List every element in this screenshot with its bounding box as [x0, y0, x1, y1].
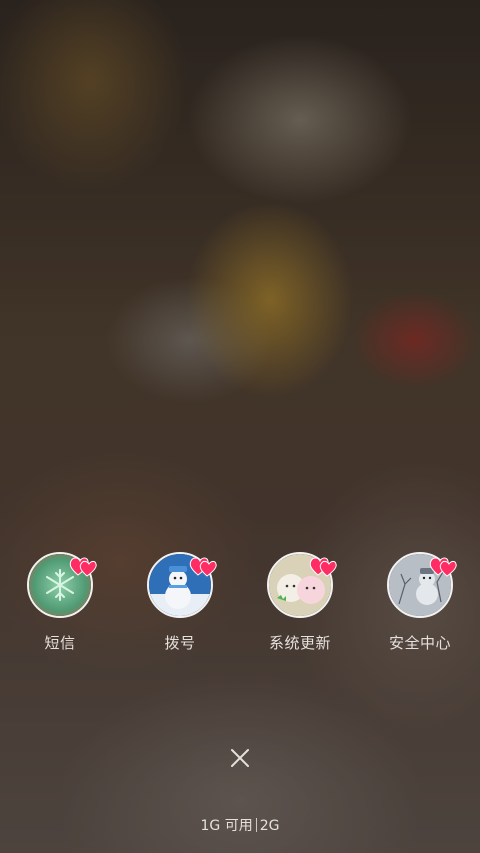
app-icon-wrap	[387, 552, 457, 618]
recent-apps-row: 短信 拨号 系统更新 安全中心	[0, 552, 480, 662]
recent-app-dialer[interactable]: 拨号	[120, 552, 240, 662]
heart-badge-icon	[69, 557, 97, 577]
app-label: 系统更新	[268, 634, 331, 652]
background-dim-overlay	[0, 0, 480, 853]
recent-app-security-center[interactable]: 安全中心	[360, 552, 480, 662]
app-label: 短信	[44, 634, 76, 652]
heart-badge-icon	[309, 557, 337, 577]
memory-available: 1G 可用	[200, 818, 253, 834]
app-label: 安全中心	[388, 634, 451, 652]
memory-divider	[255, 818, 257, 832]
memory-status: 1G 可用 2G	[0, 815, 480, 835]
recent-app-system-update[interactable]: 系统更新	[240, 552, 360, 662]
heart-badge-icon	[429, 557, 457, 577]
clear-recents-button[interactable]	[224, 742, 256, 774]
close-icon	[231, 749, 249, 767]
app-icon-wrap	[267, 552, 337, 618]
app-label: 拨号	[164, 634, 196, 652]
app-icon-wrap	[27, 552, 97, 618]
app-icon-wrap	[147, 552, 217, 618]
memory-total: 2G	[259, 818, 280, 834]
heart-badge-icon	[189, 557, 217, 577]
recent-app-sms[interactable]: 短信	[0, 552, 120, 662]
